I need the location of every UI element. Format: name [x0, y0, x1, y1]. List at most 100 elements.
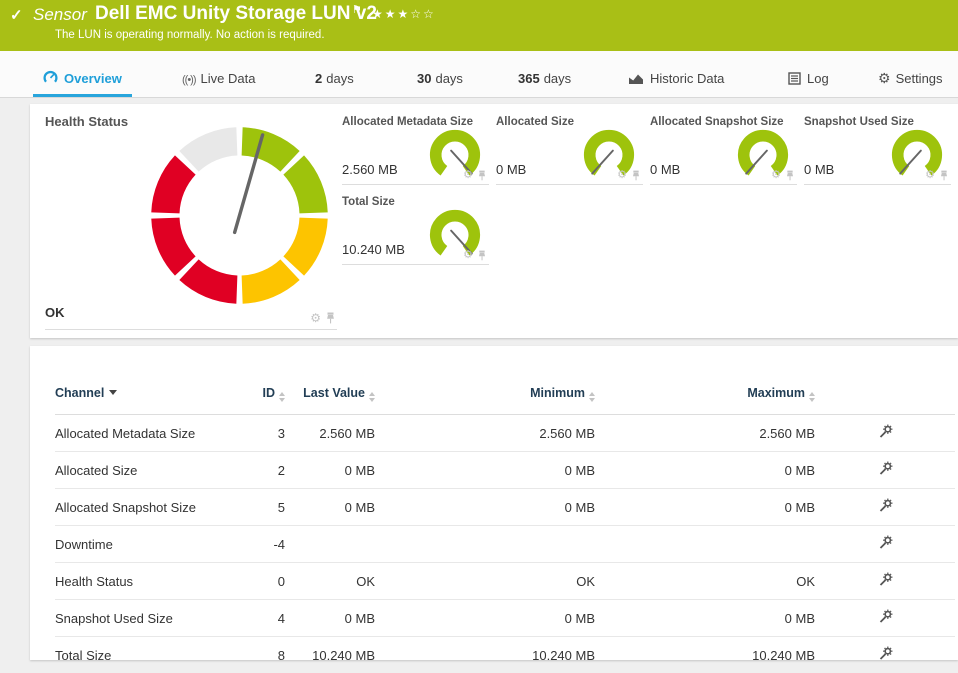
channel-last-value: 10.240 MB	[285, 637, 375, 673]
pin-icon[interactable]	[786, 170, 794, 181]
channel-settings-icon[interactable]	[878, 535, 893, 553]
gauge-card-allocated-snapshot-size: Allocated Snapshot Size 0 MB ⚙	[650, 114, 797, 185]
gauge-card-snapshot-used-size: Snapshot Used Size 0 MB ⚙	[804, 114, 951, 185]
channel-id: -4	[230, 526, 285, 563]
tab-label: Historic Data	[650, 71, 724, 86]
sensor-status-message: The LUN is operating normally. No action…	[55, 29, 325, 41]
gauges-panel: Health Status OK ⚙ Allocated Metadata Si…	[30, 104, 958, 338]
gear-icon[interactable]: ⚙	[617, 170, 627, 181]
column-header-last-value[interactable]: Last Value	[285, 376, 375, 415]
channel-minimum: 10.240 MB	[375, 637, 595, 673]
area-chart-icon	[628, 65, 644, 96]
health-status-value: OK	[45, 305, 65, 320]
gear-icon[interactable]: ⚙	[463, 250, 473, 261]
channel-id: 5	[230, 489, 285, 526]
column-header-channel[interactable]: Channel	[55, 376, 230, 415]
gear-icon[interactable]: ⚙	[771, 170, 781, 181]
pin-icon[interactable]	[632, 170, 640, 181]
gauge-icon	[43, 65, 58, 96]
channel-settings-icon[interactable]	[878, 424, 893, 442]
channel-maximum: 10.240 MB	[595, 637, 815, 673]
channel-name: Total Size	[55, 637, 230, 673]
channel-id: 0	[230, 563, 285, 600]
channels-table: Channel ID Last Value Minimum Maximum Al…	[55, 376, 955, 673]
channel-last-value: 2.560 MB	[285, 415, 375, 452]
channel-minimum: 0 MB	[375, 452, 595, 489]
broadcast-icon: ((•))	[182, 74, 196, 86]
tab-log[interactable]: Log	[778, 63, 839, 97]
channel-last-value: 0 MB	[285, 452, 375, 489]
table-row[interactable]: Health Status 0 OK OK OK	[55, 563, 955, 600]
tab-label: Overview	[64, 71, 122, 86]
sensor-kind-label: Sensor	[33, 5, 87, 25]
gauge-value: 0 MB	[496, 162, 526, 177]
sort-icon	[589, 392, 595, 402]
sensor-title: Dell EMC Unity Storage LUN v2	[95, 3, 377, 25]
column-header-maximum[interactable]: Maximum	[595, 376, 815, 415]
channel-last-value	[285, 526, 375, 563]
channel-settings-icon[interactable]	[878, 572, 893, 590]
pin-icon[interactable]	[478, 170, 486, 181]
channel-id: 4	[230, 600, 285, 637]
channels-panel: Channel ID Last Value Minimum Maximum Al…	[30, 346, 958, 660]
gauge-value: 10.240 MB	[342, 242, 405, 257]
gauge-card-total-size: Total Size 10.240 MB ⚙	[342, 194, 489, 265]
channel-name: Allocated Metadata Size	[55, 415, 230, 452]
priority-stars[interactable]: ★★★☆☆	[372, 7, 436, 21]
flag-icon[interactable]: ⚑	[352, 3, 362, 16]
channel-name: Snapshot Used Size	[55, 600, 230, 637]
pin-icon[interactable]	[326, 312, 335, 324]
channel-maximum: 0 MB	[595, 489, 815, 526]
tab-365-days[interactable]: 365days	[508, 63, 581, 97]
tab-label: Live Data	[201, 71, 256, 86]
table-row[interactable]: Allocated Size 2 0 MB 0 MB 0 MB	[55, 452, 955, 489]
channel-minimum: 0 MB	[375, 489, 595, 526]
channel-name: Allocated Snapshot Size	[55, 489, 230, 526]
channel-settings-icon[interactable]	[878, 646, 893, 664]
tab-overview[interactable]: Overview	[33, 63, 132, 97]
table-row[interactable]: Downtime -4	[55, 526, 955, 563]
sort-icon	[809, 392, 815, 402]
tab-historic-data[interactable]: Historic Data	[618, 63, 734, 97]
tab-label: days	[435, 71, 462, 86]
gauge-value: 0 MB	[650, 162, 680, 177]
channel-maximum: 2.560 MB	[595, 415, 815, 452]
channel-settings-icon[interactable]	[878, 461, 893, 479]
table-row[interactable]: Allocated Snapshot Size 5 0 MB 0 MB 0 MB	[55, 489, 955, 526]
sort-icon	[369, 392, 375, 402]
column-header-settings	[815, 376, 955, 415]
channel-settings-icon[interactable]	[878, 609, 893, 627]
channel-maximum: 0 MB	[595, 452, 815, 489]
tab-2-days[interactable]: 2days	[305, 63, 364, 97]
channel-maximum	[595, 526, 815, 563]
gauge-card-allocated-size: Allocated Size 0 MB ⚙	[496, 114, 643, 185]
gear-icon: ⚙	[878, 70, 891, 86]
gear-icon[interactable]: ⚙	[925, 170, 935, 181]
channel-name: Health Status	[55, 563, 230, 600]
gear-icon[interactable]: ⚙	[310, 312, 321, 324]
channel-id: 2	[230, 452, 285, 489]
pin-icon[interactable]	[478, 250, 486, 261]
content-area: Health Status OK ⚙ Allocated Metadata Si…	[0, 98, 958, 660]
tab-live-data[interactable]: ((•)) Live Data	[172, 63, 265, 97]
gear-icon[interactable]: ⚙	[463, 170, 473, 181]
pin-icon[interactable]	[940, 170, 948, 181]
channel-id: 8	[230, 637, 285, 673]
gauge-value: 0 MB	[804, 162, 834, 177]
column-header-id[interactable]: ID	[230, 376, 285, 415]
channel-last-value: 0 MB	[285, 489, 375, 526]
channel-maximum: 0 MB	[595, 600, 815, 637]
tab-30-days[interactable]: 30days	[407, 63, 473, 97]
gauge-card-allocated-metadata-size: Allocated Metadata Size 2.560 MB ⚙	[342, 114, 489, 185]
column-header-minimum[interactable]: Minimum	[375, 376, 595, 415]
tab-label: days	[544, 71, 571, 86]
table-row[interactable]: Total Size 8 10.240 MB 10.240 MB 10.240 …	[55, 637, 955, 673]
channel-settings-icon[interactable]	[878, 498, 893, 516]
channel-name: Downtime	[55, 526, 230, 563]
channel-last-value: 0 MB	[285, 600, 375, 637]
table-row[interactable]: Allocated Metadata Size 3 2.560 MB 2.560…	[55, 415, 955, 452]
log-icon	[788, 65, 801, 96]
table-row[interactable]: Snapshot Used Size 4 0 MB 0 MB 0 MB	[55, 600, 955, 637]
tab-settings[interactable]: ⚙Settings	[868, 63, 953, 97]
tab-label: days	[326, 71, 353, 86]
